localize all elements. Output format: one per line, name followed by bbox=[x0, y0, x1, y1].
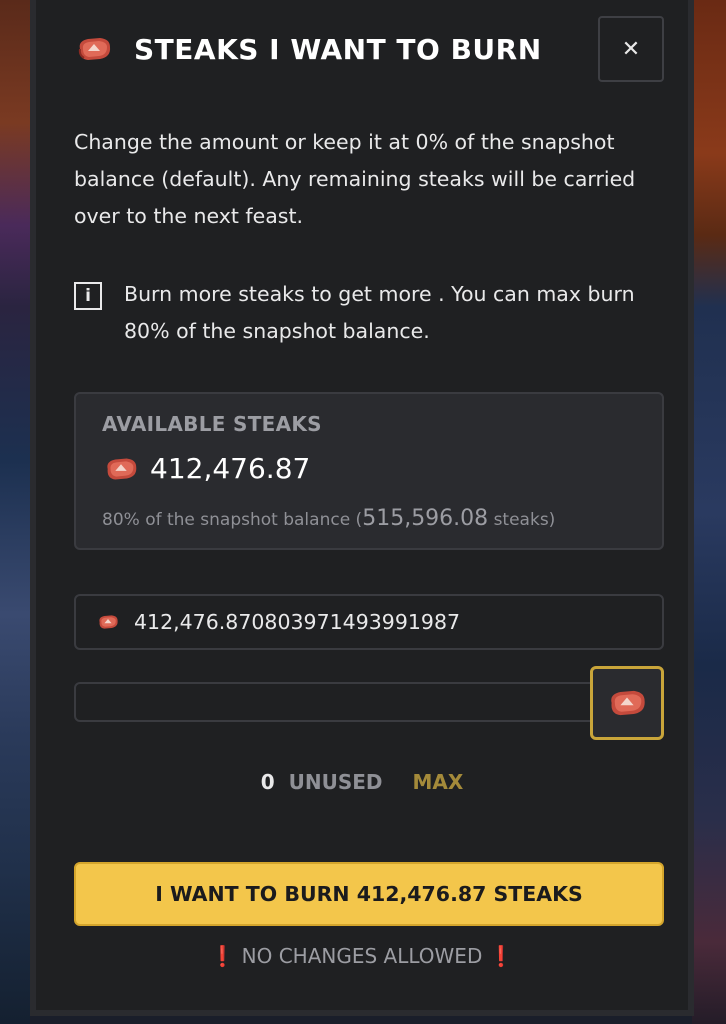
max-button[interactable]: MAX bbox=[413, 770, 464, 794]
steak-icon bbox=[605, 687, 649, 719]
burn-slider-handle[interactable] bbox=[590, 666, 664, 740]
unused-label: UNUSED bbox=[288, 770, 383, 794]
close-button[interactable]: ✕ bbox=[598, 16, 664, 82]
info-note: i Burn more steaks to get more . You can… bbox=[74, 276, 654, 350]
background-right bbox=[692, 0, 726, 1024]
burn-slider-track[interactable] bbox=[74, 682, 614, 722]
no-changes-warning: ❗ NO CHANGES ALLOWED ❗ bbox=[36, 944, 688, 968]
available-amount-row: 412,476.87 bbox=[102, 452, 310, 485]
slider-range-labels: 0 UNUSED MAX bbox=[36, 770, 688, 794]
description-text: Change the amount or keep it at 0% of th… bbox=[74, 130, 636, 228]
available-steaks-card: AVAILABLE STEAKS 412,476.87 80% of the s… bbox=[74, 392, 664, 550]
warning-text: NO CHANGES ALLOWED bbox=[241, 944, 483, 968]
steak-icon bbox=[102, 455, 140, 483]
burn-amount-input[interactable] bbox=[134, 610, 614, 634]
burn-modal: STEAKS I WANT TO BURN ✕ Change the amoun… bbox=[30, 0, 694, 1016]
close-icon: ✕ bbox=[621, 36, 641, 62]
burn-amount-field[interactable] bbox=[74, 594, 664, 650]
background-left bbox=[0, 0, 30, 1024]
info-icon: i bbox=[74, 282, 102, 310]
steak-icon bbox=[96, 613, 120, 631]
exclamation-icon: ❗ bbox=[210, 944, 236, 968]
available-amount: 412,476.87 bbox=[150, 452, 311, 485]
exclamation-icon: ❗ bbox=[488, 944, 514, 968]
unused-zero-value: 0 bbox=[260, 770, 275, 794]
steak-icon bbox=[74, 35, 114, 63]
modal-title: STEAKS I WANT TO BURN bbox=[134, 32, 542, 66]
modal-header: STEAKS I WANT TO BURN bbox=[74, 28, 542, 70]
snapshot-balance-note: 80% of the snapshot balance (515,596.08 … bbox=[102, 506, 556, 531]
available-label: AVAILABLE STEAKS bbox=[102, 412, 322, 436]
burn-button[interactable]: I WANT TO BURN 412,476.87 STEAKS bbox=[74, 862, 664, 926]
info-text: Burn more steaks to get more . You can m… bbox=[124, 282, 635, 343]
snapshot-balance-value: 515,596.08 bbox=[362, 506, 489, 531]
